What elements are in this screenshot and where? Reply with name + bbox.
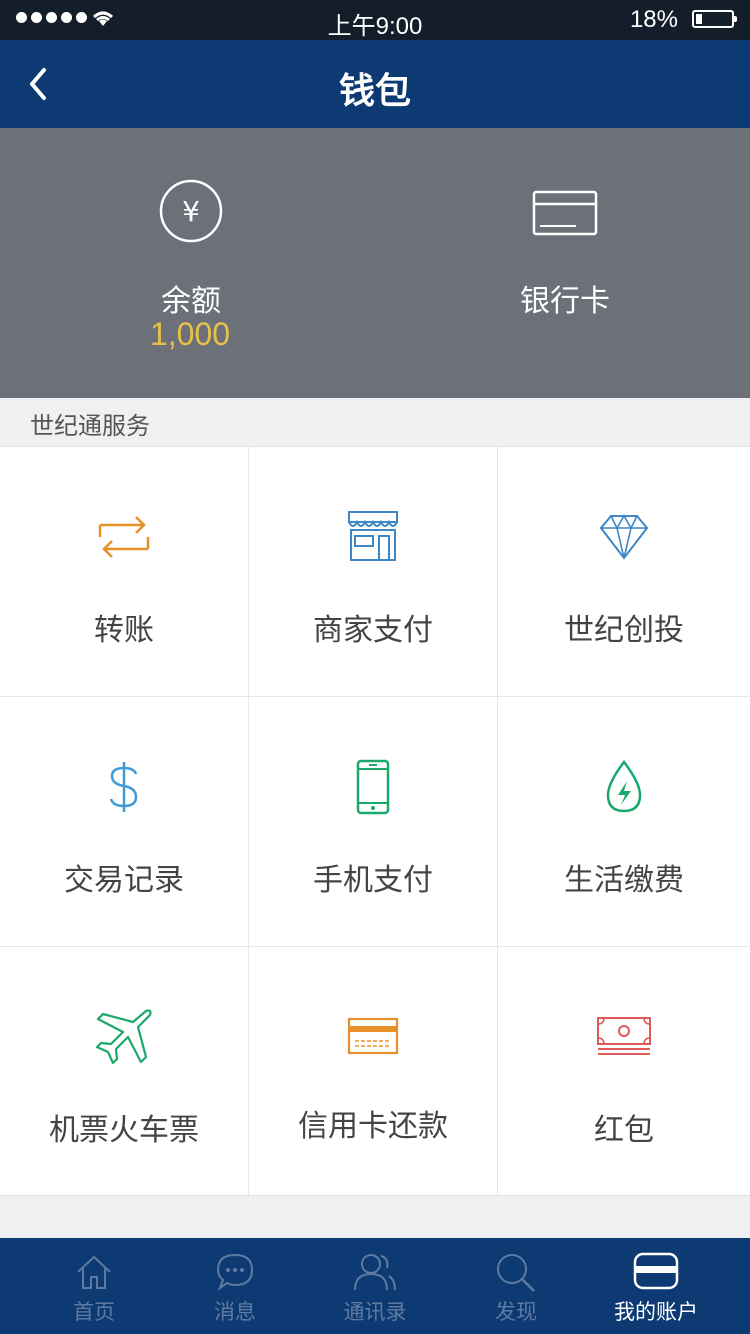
service-label: 手机支付: [313, 863, 433, 898]
service-transfer[interactable]: 转账: [0, 447, 249, 697]
energy-drop-icon: [606, 759, 642, 813]
airplane-icon: [95, 1009, 152, 1065]
balance-button[interactable]: ¥ 余额 1,000: [0, 128, 375, 398]
status-bar: 上午9:00 18%: [0, 0, 750, 40]
tab-label: 首页: [73, 1300, 115, 1324]
battery-icon: [692, 10, 737, 28]
service-merchant-pay[interactable]: 商家支付: [249, 447, 498, 697]
tab-label: 我的账户: [614, 1300, 698, 1324]
search-icon: [497, 1254, 535, 1292]
service-label: 生活缴费: [564, 863, 684, 898]
store-icon: [348, 511, 398, 561]
contacts-icon: [354, 1254, 396, 1291]
service-red-packet[interactable]: 红包: [498, 947, 750, 1197]
tab-home[interactable]: 首页: [24, 1238, 164, 1334]
service-tickets[interactable]: 机票火车票: [0, 947, 249, 1197]
bank-card-icon: [532, 190, 598, 236]
tab-label: 通讯录: [343, 1300, 407, 1324]
tab-label: 发现: [495, 1300, 537, 1324]
section-title: 世纪通服务: [30, 412, 150, 440]
service-label: 信用卡还款: [298, 1109, 448, 1144]
service-label: 转账: [94, 613, 154, 648]
svg-text:¥: ¥: [182, 195, 200, 228]
service-label: 世纪创投: [564, 613, 684, 648]
page-title: 钱包: [338, 71, 411, 112]
credit-card-icon: [347, 1017, 399, 1055]
yuan-icon: ¥: [159, 179, 223, 243]
bank-card-label: 银行卡: [520, 284, 610, 319]
bank-card-button[interactable]: 银行卡: [375, 128, 750, 398]
dollar-icon: [109, 762, 138, 812]
service-label: 机票火车票: [49, 1113, 199, 1148]
home-icon: [77, 1255, 111, 1289]
services-grid: 转账 商家支付 世纪创投 交易记录 手机支付 生活缴费 机票火车票 信用卡还款 …: [0, 446, 750, 1197]
diamond-icon: [599, 514, 649, 560]
service-utilities[interactable]: 生活缴费: [498, 697, 750, 947]
tab-my-account[interactable]: 我的账户: [586, 1238, 726, 1334]
service-transactions[interactable]: 交易记录: [0, 697, 249, 947]
service-credit-card[interactable]: 信用卡还款: [249, 947, 498, 1197]
tab-messages[interactable]: 消息: [165, 1238, 305, 1334]
tab-label: 消息: [214, 1300, 256, 1324]
phone-icon: [356, 759, 390, 815]
service-venture[interactable]: 世纪创投: [498, 447, 750, 697]
tab-contacts[interactable]: 通讯录: [305, 1238, 445, 1334]
service-mobile-pay[interactable]: 手机支付: [249, 697, 498, 947]
tab-bar: 首页 消息 通讯录 发现 我的账户: [0, 1238, 750, 1334]
service-label: 红包: [594, 1113, 654, 1148]
transfer-icon: [98, 516, 150, 558]
service-label: 商家支付: [313, 613, 433, 648]
service-label: 交易记录: [64, 863, 184, 898]
wallet-summary: ¥ 余额 1,000 银行卡: [0, 128, 750, 398]
card-icon: [633, 1252, 679, 1290]
money-bill-icon: [597, 1017, 651, 1055]
battery-percent: 18%: [629, 6, 678, 33]
tab-discover[interactable]: 发现: [446, 1238, 586, 1334]
nav-bar: 钱包: [0, 40, 750, 128]
chat-icon: [216, 1253, 254, 1291]
